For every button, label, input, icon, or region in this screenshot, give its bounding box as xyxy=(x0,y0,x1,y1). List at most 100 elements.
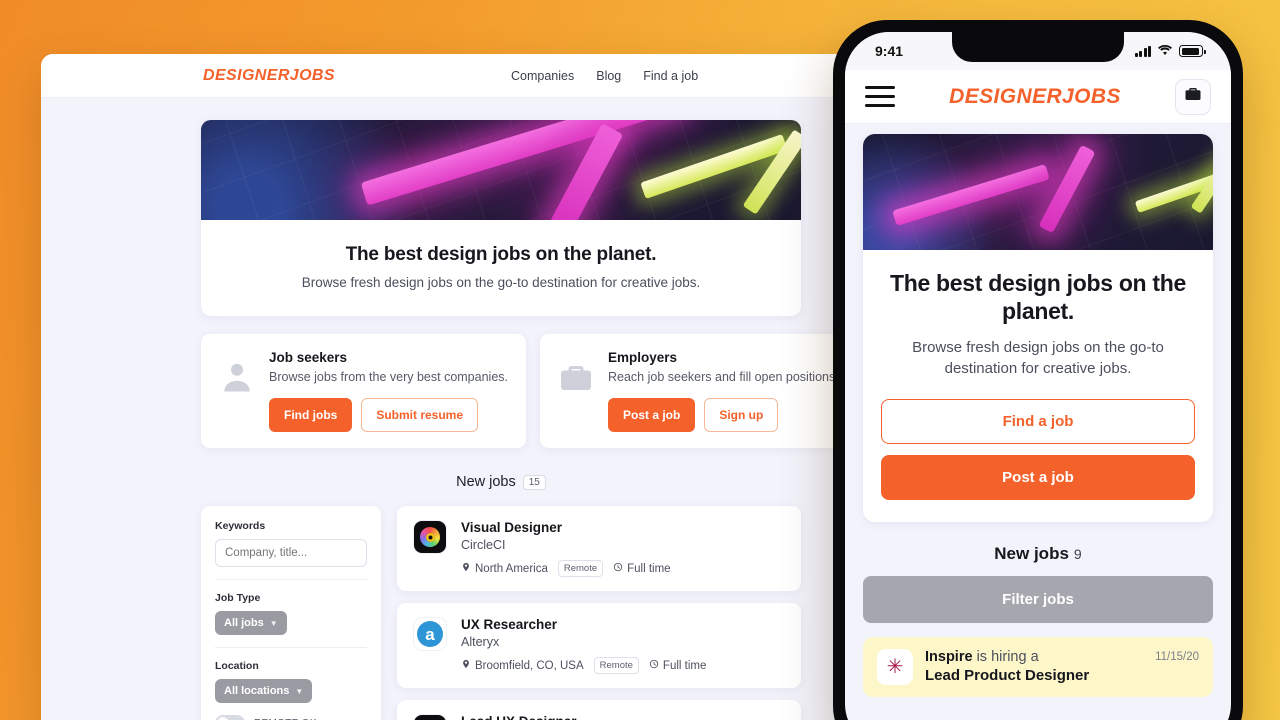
sign-up-button[interactable]: Sign up xyxy=(704,398,779,432)
featured-job-headline: Inspire is hiring a xyxy=(925,649,1143,665)
job-meta: North America Remote Full time xyxy=(461,560,671,577)
location-label: Location xyxy=(215,660,259,672)
mobile-hero-copy: The best design jobs on the planet. Brow… xyxy=(863,250,1213,522)
hero-copy: The best design jobs on the planet. Brow… xyxy=(201,220,801,316)
battery-icon xyxy=(1179,45,1206,57)
mobile-new-jobs-heading: New jobs 9 xyxy=(863,544,1213,564)
location-value: All locations xyxy=(224,685,290,697)
job-list-item[interactable]: Visual Designer CircleCI North America R… xyxy=(397,506,801,591)
phone-page-body: The best design jobs on the planet. Brow… xyxy=(845,124,1231,698)
phone-notch xyxy=(952,32,1124,62)
desktop-page-body: The best design jobs on the planet. Brow… xyxy=(41,98,961,720)
new-jobs-count-badge: 15 xyxy=(522,474,546,490)
job-type-text: Full time xyxy=(662,659,707,672)
mobile-hero-title: The best design jobs on the planet. xyxy=(889,270,1187,324)
status-indicators xyxy=(1134,43,1206,59)
job-meta: Broomfield, CO, USA Remote Full time xyxy=(461,657,706,674)
inspire-logo-icon: ✳ xyxy=(877,649,913,686)
nav-link-companies[interactable]: Companies xyxy=(511,69,574,83)
job-type: Full time xyxy=(649,659,706,672)
filter-jobs-button[interactable]: Filter jobs xyxy=(863,576,1213,624)
signal-bars-icon xyxy=(1134,45,1151,57)
briefcase-icon xyxy=(558,350,594,401)
chevron-down-icon: ▼ xyxy=(295,686,304,696)
mobile-new-jobs-label: New jobs xyxy=(994,544,1069,564)
post-a-job-button[interactable]: Post a job xyxy=(608,398,696,432)
keywords-input[interactable] xyxy=(215,539,367,567)
featured-job-role: Lead Product Designer xyxy=(925,667,1090,685)
briefcase-icon xyxy=(1184,85,1202,108)
job-seekers-desc: Browse jobs from the very best companies… xyxy=(269,370,508,384)
job-type-value: All jobs xyxy=(224,617,264,629)
phone-screen: 9:41 DESIGNERJOBS The best design jobs o… xyxy=(845,32,1231,720)
find-jobs-button[interactable]: Find jobs xyxy=(269,398,353,432)
remote-ok-toggle-row[interactable]: REMOTE OK xyxy=(215,715,367,720)
desktop-browser-window: DESIGNERJOBS Companies Blog Find a job T… xyxy=(41,54,961,720)
featured-hiring-text: is hiring a xyxy=(972,649,1039,666)
job-title: UX Researcher xyxy=(461,617,558,632)
job-location-text: Broomfield, CO, USA xyxy=(475,659,584,672)
job-title: Visual Designer xyxy=(461,520,563,535)
post-a-job-button[interactable]: Post a job xyxy=(881,455,1195,501)
job-type-text: Full time xyxy=(627,562,671,575)
clock-icon xyxy=(613,562,623,575)
site-logo[interactable]: DESIGNERJOBS xyxy=(203,67,335,85)
circleci-logo-icon xyxy=(413,520,447,554)
wifi-icon xyxy=(1157,43,1173,59)
main-nav: Companies Blog Find a job xyxy=(511,54,698,98)
job-type-label: Job Type xyxy=(215,592,261,604)
job-company: Alteryx xyxy=(461,635,500,649)
filters-sidebar: Keywords Job Type All jobs ▼ Location Al… xyxy=(201,506,381,720)
location-dropdown[interactable]: All locations ▼ xyxy=(215,679,313,703)
filter-divider xyxy=(215,579,367,580)
employers-desc: Reach job seekers and fill open position… xyxy=(608,370,839,384)
site-logo[interactable]: DESIGNERJOBS xyxy=(949,85,1121,109)
immuta-logo-icon xyxy=(413,714,447,720)
hamburger-menu-icon[interactable] xyxy=(865,86,895,107)
filter-divider xyxy=(215,647,367,648)
featured-job-card[interactable]: ✳ Inspire is hiring a Lead Product Desig… xyxy=(863,637,1213,698)
keywords-label: Keywords xyxy=(215,520,266,532)
remote-ok-toggle[interactable] xyxy=(215,715,245,720)
nav-link-blog[interactable]: Blog xyxy=(596,69,621,83)
chevron-down-icon: ▼ xyxy=(269,618,278,628)
remote-tag: Remote xyxy=(593,657,639,674)
content-columns: Keywords Job Type All jobs ▼ Location Al… xyxy=(201,506,801,720)
job-list: Visual Designer CircleCI North America R… xyxy=(397,506,801,720)
status-time: 9:41 xyxy=(875,43,904,59)
employers-buttons: Post a job Sign up xyxy=(608,398,839,432)
job-seekers-buttons: Find jobs Submit resume xyxy=(269,398,508,432)
employers-card: Employers Reach job seekers and fill ope… xyxy=(540,334,857,448)
mobile-hero-card: The best design jobs on the planet. Brow… xyxy=(863,134,1213,523)
nav-link-find-a-job[interactable]: Find a job xyxy=(643,69,698,83)
job-type: Full time xyxy=(613,562,671,575)
hero-subtitle: Browse fresh design jobs on the go-to de… xyxy=(301,275,701,290)
featured-job-date: 11/15/20 xyxy=(1155,651,1199,664)
cta-row: Job seekers Browse jobs from the very be… xyxy=(201,334,857,448)
hero-banner-image xyxy=(201,120,801,220)
job-type-dropdown[interactable]: All jobs ▼ xyxy=(215,611,287,635)
job-seekers-title: Job seekers xyxy=(269,350,348,365)
mobile-hero-subtitle: Browse fresh design jobs on the go-to de… xyxy=(912,339,1164,378)
remote-tag: Remote xyxy=(557,560,604,577)
job-company: CircleCI xyxy=(461,538,506,552)
job-list-item[interactable]: a UX Researcher Alteryx Broomfield, CO, … xyxy=(397,603,801,688)
alteryx-logo-icon: a xyxy=(413,617,447,651)
location-pin-icon xyxy=(461,659,471,672)
job-location: Broomfield, CO, USA xyxy=(461,659,584,672)
employer-briefcase-button[interactable] xyxy=(1175,78,1211,115)
phone-header: DESIGNERJOBS xyxy=(845,70,1231,124)
job-list-item[interactable]: Lead UX Designer Immuta xyxy=(397,700,801,720)
new-jobs-heading: New jobs 15 xyxy=(201,474,801,490)
person-icon xyxy=(219,350,255,401)
clock-icon xyxy=(649,659,659,672)
find-a-job-button[interactable]: Find a job xyxy=(881,399,1195,445)
job-location: North America xyxy=(461,562,548,575)
phone-mockup: 9:41 DESIGNERJOBS The best design jobs o… xyxy=(833,20,1243,720)
new-jobs-label: New jobs xyxy=(456,474,516,490)
employers-title: Employers xyxy=(608,350,678,365)
desktop-header: DESIGNERJOBS Companies Blog Find a job xyxy=(41,54,961,98)
mobile-new-jobs-count: 9 xyxy=(1073,546,1082,563)
hero-title: The best design jobs on the planet. xyxy=(345,244,657,265)
submit-resume-button[interactable]: Submit resume xyxy=(361,398,479,432)
